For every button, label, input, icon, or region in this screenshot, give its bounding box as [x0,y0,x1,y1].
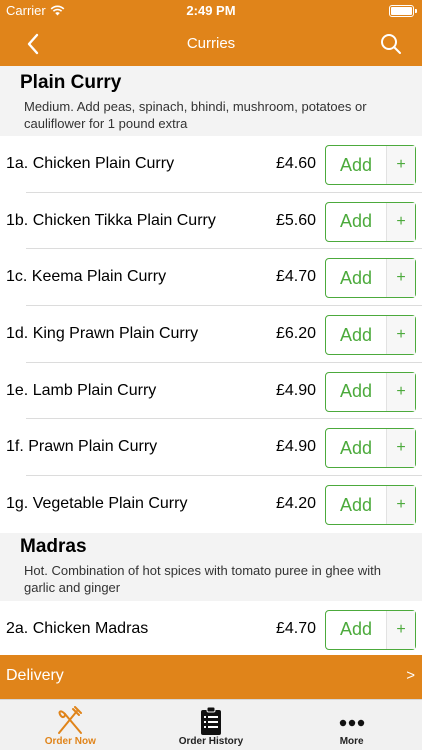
item-price: £5.60 [275,211,316,229]
clipboard-icon [200,706,221,735]
tab-label: Order History [178,736,244,747]
plus-icon: + [387,202,415,241]
fork-knife-icon [58,705,83,734]
plus-icon: + [387,610,415,649]
tab-label: More [339,736,364,747]
item-name: 1b. Chicken Tikka Plain Curry [6,211,216,229]
more-dots-icon [339,719,364,726]
menu-item-row[interactable]: 1d. King Prawn Plain Curry £6.20 Add + [0,306,422,363]
item-name: 1d. King Prawn Plain Curry [6,325,199,343]
add-button[interactable]: Add + [325,145,416,185]
item-name: 1a. Chicken Plain Curry [6,155,175,172]
add-label: Add [326,259,387,298]
menu-item-row[interactable]: 1a. Chicken Plain Curry £4.60 Add + [0,136,422,193]
item-name: 1f. Prawn Plain Curry [6,438,158,456]
tab-bar: Order Now Order History More [0,699,422,750]
tab-more[interactable]: More [281,700,422,750]
delivery-label: Delivery [6,667,64,684]
add-label: Add [326,429,387,468]
item-price: £4.90 [275,438,316,456]
plus-icon: + [387,429,415,468]
item-price: £4.90 [275,381,316,399]
add-button[interactable]: Add + [325,201,416,242]
battery-icon [389,5,417,17]
add-button[interactable]: Add + [325,609,416,650]
item-price: £4.70 [275,268,316,286]
navigation-bar: Curries [0,22,422,66]
item-name: 1e. Lamb Plain Curry [6,381,157,399]
page-title: Curries [186,35,236,52]
add-label: Add [326,372,387,411]
item-price: £6.20 [275,325,316,343]
menu-item-row[interactable]: 1b. Chicken Tikka Plain Curry £5.60 Add … [0,193,422,250]
plus-icon: + [387,486,415,525]
add-label: Add [326,202,387,241]
plus-icon: + [387,316,415,355]
plus-icon: + [387,372,415,411]
plus-icon: + [387,146,415,184]
tab-order-history[interactable]: Order History [141,700,282,750]
item-name: 1g. Vegetable Plain Curry [6,495,188,513]
clock: 2:49 PM [186,3,236,18]
item-price: £4.20 [275,495,316,513]
add-button[interactable]: Add + [325,315,416,356]
item-price: £4.60 [275,155,316,172]
delivery-bar[interactable]: Delivery > [0,655,422,699]
section-title: Plain Curry [20,72,122,93]
item-price: £4.70 [275,619,316,637]
item-name: 1c. Keema Plain Curry [6,268,167,286]
search-icon[interactable] [378,31,404,57]
item-name: 2a. Chicken Madras [6,619,149,637]
add-label: Add [326,610,387,649]
section-description: Hot. Combination of hot spices with toma… [24,562,381,595]
menu-item-row[interactable]: 1f. Prawn Plain Curry £4.90 Add + [0,419,422,477]
menu-item-row[interactable]: 1c. Keema Plain Curry £4.70 Add + [0,249,422,307]
tab-label: Order Now [44,736,96,747]
section-header-plain-curry: Plain Curry Medium. Add peas, spinach, b… [0,66,422,136]
section-header-madras: Madras Hot. Combination of hot spices wi… [0,532,422,601]
menu-item-row[interactable]: 1e. Lamb Plain Curry £4.90 Add + [0,363,422,420]
add-button[interactable]: Add + [325,258,416,299]
add-label: Add [326,316,387,355]
add-button[interactable]: Add + [325,371,416,412]
menu-item-row[interactable]: 2a. Chicken Madras £4.70 Add + [0,601,422,655]
section-title: Madras [20,535,87,557]
add-label: Add [326,486,387,525]
menu-item-row[interactable]: 1g. Vegetable Plain Curry £4.20 Add + [0,476,422,533]
add-label: Add [326,146,387,184]
tab-order-now[interactable]: Order Now [0,700,141,750]
section-description: Medium. Add peas, spinach, bhindi, mushr… [24,99,367,131]
menu-list[interactable]: Plain Curry Medium. Add peas, spinach, b… [0,66,422,655]
add-button[interactable]: Add + [325,428,416,469]
add-button[interactable]: Add + [325,485,416,526]
chevron-right-icon: > [406,667,415,684]
plus-icon: + [387,259,415,298]
status-bar: Carrier 2:49 PM [0,0,422,22]
